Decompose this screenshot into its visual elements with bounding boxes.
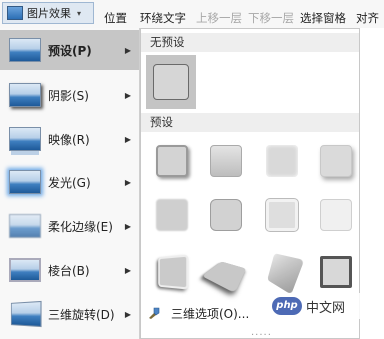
menu-item-shadow[interactable]: 阴影(S) ▶ (0, 75, 139, 115)
menu-item-label: 阴影(S) (48, 88, 89, 103)
soft-edges-picture-icon (9, 214, 41, 238)
chevron-down-icon: ▾ (77, 8, 82, 18)
preset-option[interactable] (207, 196, 245, 234)
menu-item-label: 三维旋转(D) (48, 307, 115, 322)
preset-thumbnail (210, 199, 242, 231)
picture-effects-label: 图片效果 (27, 7, 71, 20)
preset-thumbnail (320, 199, 352, 231)
send-backward-button[interactable]: 下移一层 (248, 10, 294, 26)
chevron-right-icon: ▶ (124, 177, 131, 187)
menu-item-soft-edges[interactable]: 柔化边缘(E) ▶ (0, 206, 139, 246)
chevron-right-icon: ▶ (124, 90, 131, 100)
menu-item-label: 映像(R) (48, 132, 90, 147)
chevron-right-icon: ▶ (124, 221, 131, 231)
preset-option[interactable] (153, 253, 191, 291)
menu-item-label: 预设(P) (48, 43, 92, 58)
menu-item-bevel[interactable]: 棱台(B) ▶ (0, 250, 139, 290)
menu-item-label: 发光(G) (48, 175, 91, 190)
preset-option[interactable] (153, 142, 191, 180)
3d-options-icon (149, 307, 160, 319)
wrap-text-button[interactable]: 环绕文字 (140, 10, 186, 26)
picture-effects-button[interactable]: 图片效果 ▾ (2, 2, 94, 24)
reflection-picture-icon (9, 127, 41, 151)
preset-option[interactable] (317, 196, 355, 234)
menu-item-label: 柔化边缘(E) (48, 219, 113, 234)
preset-option[interactable] (153, 196, 191, 234)
preset-option[interactable] (317, 142, 355, 180)
watermark: php 中文网 (268, 293, 378, 319)
presets-heading: 预设 (141, 113, 359, 132)
preset-thumbnail (267, 253, 305, 295)
align-button[interactable]: 对齐 (356, 10, 379, 26)
chevron-right-icon: ▶ (124, 309, 131, 319)
preset-thumbnail (320, 256, 352, 288)
chevron-right-icon: ▶ (124, 134, 131, 144)
chevron-right-icon: ▶ (124, 265, 131, 275)
bevel-picture-icon (9, 258, 41, 282)
preset-thumbnail (156, 145, 188, 177)
preset-option[interactable] (317, 253, 355, 291)
glow-picture-icon (9, 170, 41, 194)
ribbon: 图片效果 ▾ 位置 环绕文字 上移一层 下移一层 选择窗格 对齐 (0, 0, 384, 29)
php-logo: php (272, 297, 302, 315)
preset-option[interactable] (263, 142, 301, 180)
preset-thumbnail (320, 145, 352, 177)
menu-item-reflection[interactable]: 映像(R) ▶ (0, 119, 139, 159)
preset-thumbnail (158, 254, 189, 290)
no-preset-heading: 无预设 (141, 33, 359, 52)
menu-item-glow[interactable]: 发光(G) ▶ (0, 162, 139, 202)
preset-option[interactable] (201, 253, 247, 294)
preset-option[interactable] (263, 253, 305, 295)
no-preset-option[interactable] (146, 55, 196, 109)
preset-thumbnail (266, 199, 298, 231)
position-button[interactable]: 位置 (104, 10, 127, 26)
watermark-text: 中文网 (306, 300, 346, 316)
preset-thumbnail (210, 145, 242, 177)
picture-effects-icon (7, 6, 23, 20)
shadow-picture-icon (9, 83, 41, 107)
chevron-right-icon: ▶ (124, 45, 131, 55)
preset-thumbnail (266, 145, 298, 177)
preset-thumbnail (156, 199, 188, 231)
menu-item-3d-rotation[interactable]: 三维旋转(D) ▶ (0, 294, 139, 334)
selection-pane-button[interactable]: 选择窗格 (300, 10, 346, 26)
background-strip (360, 28, 384, 298)
preset-thumbnail (201, 261, 247, 294)
menu-item-preset[interactable]: 预设(P) ▶ (0, 30, 139, 70)
bring-forward-button[interactable]: 上移一层 (196, 10, 242, 26)
picture-effects-menu: 预设(P) ▶ 阴影(S) ▶ 映像(R) ▶ 发光(G) ▶ 柔化边缘(E) … (0, 28, 140, 339)
resize-grip[interactable]: ..... (251, 327, 272, 338)
3d-options-label: 三维选项(O)... (171, 307, 250, 321)
menu-item-label: 棱台(B) (48, 263, 90, 278)
preset-picture-icon (9, 38, 41, 62)
preset-option[interactable] (207, 142, 245, 180)
preset-option[interactable] (263, 196, 301, 234)
no-preset-thumbnail (153, 64, 189, 100)
3d-rotation-picture-icon (10, 300, 42, 328)
